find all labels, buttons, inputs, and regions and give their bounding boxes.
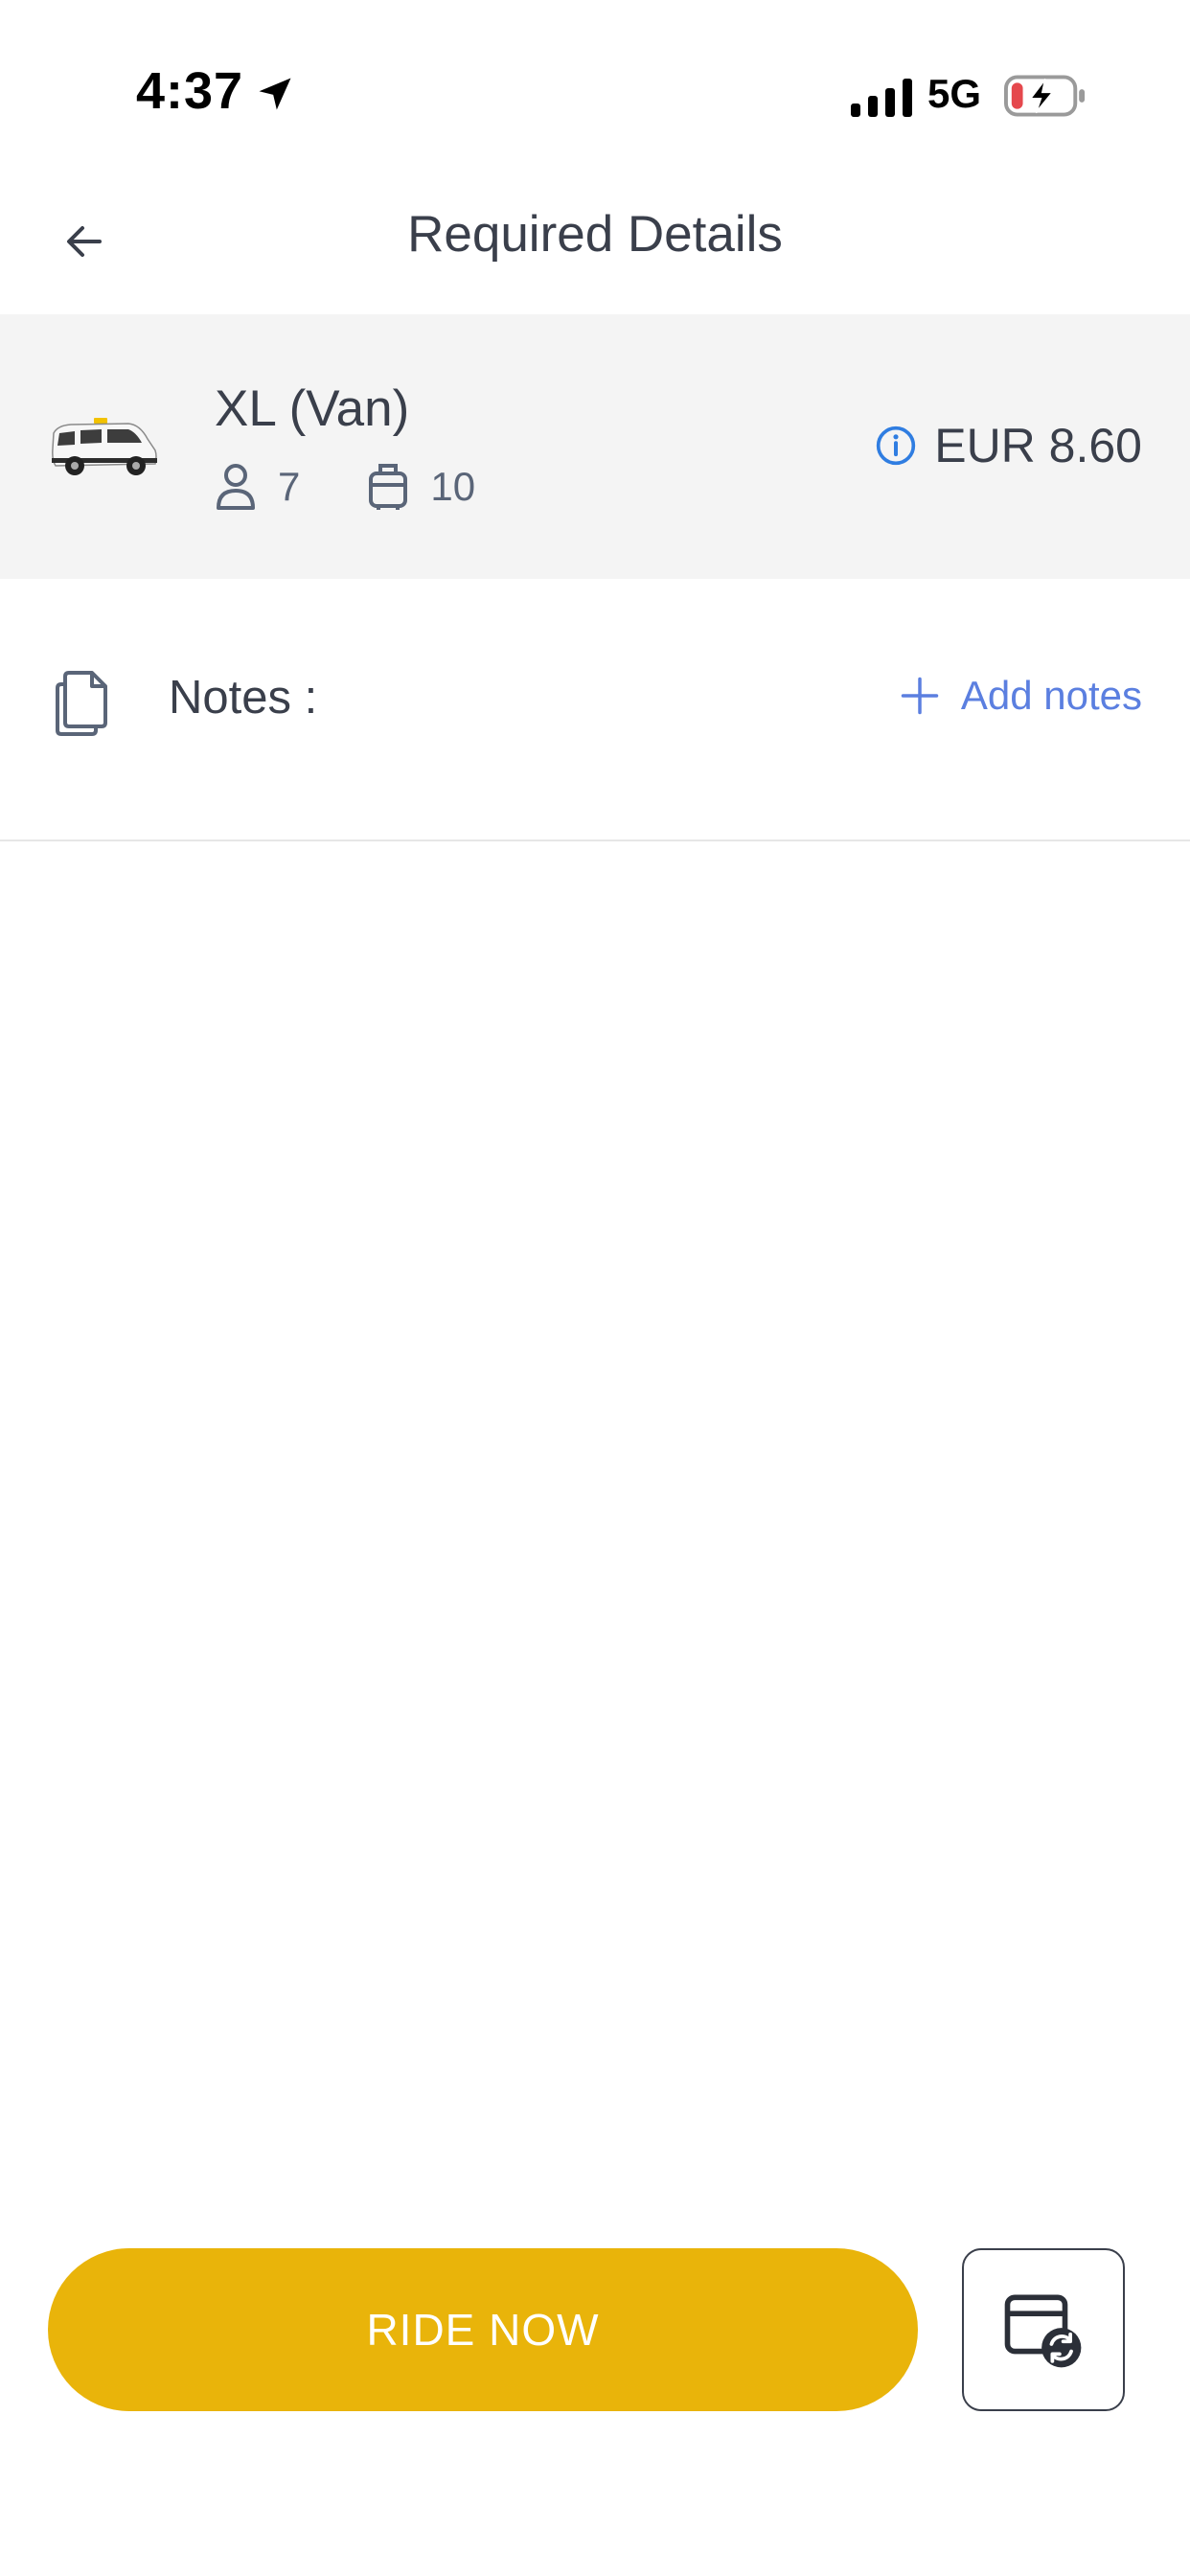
location-arrow-icon — [259, 78, 291, 110]
luggage-count: 10 — [430, 464, 476, 509]
page-title: Required Details — [407, 206, 783, 263]
notes-label: Notes : — [169, 672, 318, 724]
add-notes-button[interactable]: Add notes — [900, 673, 1142, 719]
signal-icon — [851, 79, 912, 117]
fare-block[interactable]: EUR 8.60 — [875, 418, 1142, 473]
info-icon[interactable] — [875, 425, 917, 467]
status-time: 4:37 — [136, 62, 244, 120]
ride-now-button[interactable]: RIDE NOW — [48, 2248, 918, 2411]
notes-row: Notes : Add notes — [0, 579, 1190, 841]
capacity-row: 7 10 — [215, 458, 475, 516]
person-icon — [217, 464, 255, 510]
header: Required Details — [0, 182, 1190, 314]
schedule-icon — [1004, 2294, 1082, 2368]
vehicle-card[interactable]: XL (Van) 7 10 EUR 8.60 — [0, 314, 1190, 579]
luggage-group: 10 — [367, 462, 475, 512]
status-bar: 4:37 5G — [0, 0, 1190, 182]
plus-icon — [901, 677, 939, 715]
luggage-icon — [369, 464, 408, 510]
vehicle-name: XL (Van) — [215, 380, 410, 437]
fare-value: EUR 8.60 — [934, 419, 1142, 472]
document-icon — [56, 671, 107, 736]
add-notes-label: Add notes — [960, 673, 1142, 718]
battery-charging-icon — [1004, 75, 1086, 117]
van-icon — [52, 418, 157, 475]
network-label: 5G — [927, 71, 982, 116]
passenger-count: 7 — [278, 464, 301, 509]
schedule-button[interactable] — [962, 2248, 1125, 2411]
